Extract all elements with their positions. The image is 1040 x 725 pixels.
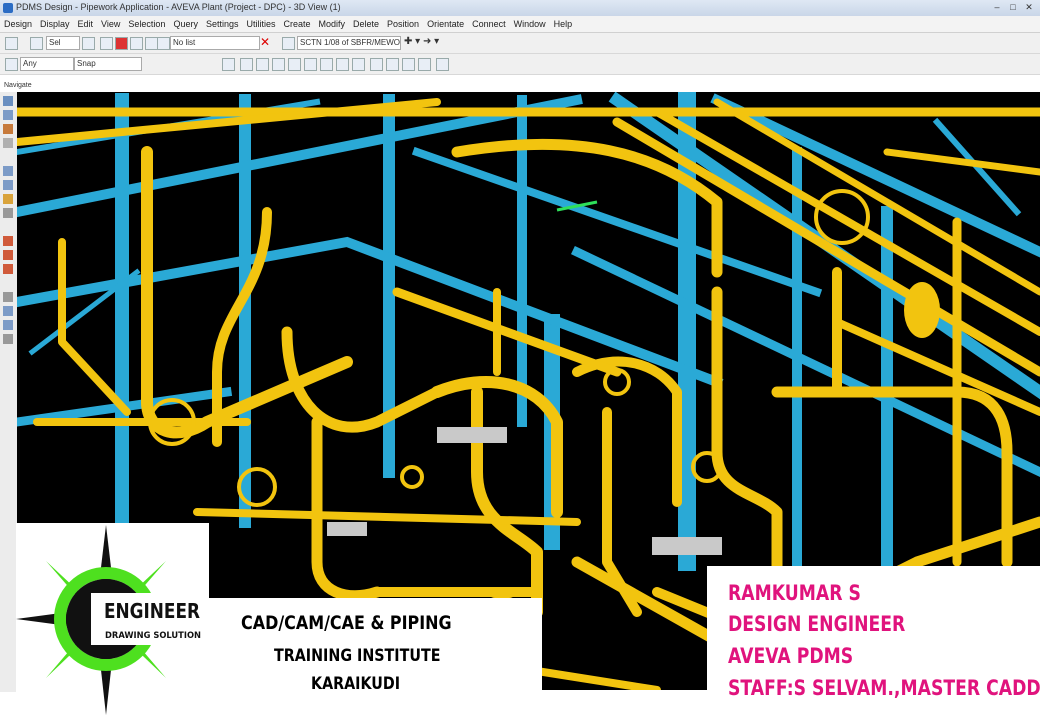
view-tool-icon[interactable] xyxy=(402,58,415,71)
tool-icon[interactable] xyxy=(3,320,13,330)
menu-help[interactable]: Help xyxy=(550,16,577,29)
tool-icon[interactable] xyxy=(3,264,13,274)
ce-icon[interactable] xyxy=(282,37,295,50)
tool-icon[interactable] xyxy=(3,208,13,218)
tool-icon[interactable] xyxy=(3,250,13,260)
menu-design[interactable]: Design xyxy=(0,16,36,29)
menu-settings[interactable]: Settings xyxy=(202,16,243,29)
app-icon xyxy=(3,3,13,13)
view-tool-icon[interactable] xyxy=(240,58,253,71)
view-tool-icon[interactable] xyxy=(222,58,235,71)
view-tool-icon[interactable] xyxy=(370,58,383,71)
zoom-icon[interactable] xyxy=(3,166,13,176)
minimize-icon[interactable]: – xyxy=(990,1,1004,13)
window-titlebar: PDMS Design - Pipework Application - AVE… xyxy=(0,0,1040,17)
view-tool-icon[interactable] xyxy=(320,58,333,71)
tool-icon[interactable] xyxy=(3,292,13,302)
institute-line-1: CAD/CAM/CAE & PIPING xyxy=(241,612,452,634)
current-element-field[interactable]: SCTN 1/08 of SBFR/MEWON xyxy=(297,36,401,50)
tool-icon[interactable] xyxy=(100,37,113,50)
tool-icon[interactable] xyxy=(3,138,13,148)
menu-delete[interactable]: Delete xyxy=(349,16,383,29)
window-title: PDMS Design - Pipework Application - AVE… xyxy=(16,2,341,12)
menu-view[interactable]: View xyxy=(97,16,124,29)
menu-connect[interactable]: Connect xyxy=(468,16,510,29)
menu-position[interactable]: Position xyxy=(383,16,423,29)
staff-role: DESIGN ENGINEER xyxy=(728,612,906,636)
logo-panel: ENGINEER DRAWING SOLUTION xyxy=(16,523,209,720)
navigate-panel-label: Navigate xyxy=(4,82,32,89)
staff-name: RAMKUMAR S xyxy=(728,581,861,605)
tool-icon[interactable] xyxy=(3,96,13,106)
menu-window[interactable]: Window xyxy=(510,16,550,29)
snap-dropdown[interactable]: Snap xyxy=(74,57,142,71)
maximize-icon[interactable]: □ xyxy=(1006,1,1020,13)
menu-create[interactable]: Create xyxy=(280,16,315,29)
view-tool-icon[interactable] xyxy=(436,58,449,71)
staff-credit: STAFF:S SELVAM.,MASTER CADD xyxy=(728,676,1040,700)
view-tool-icon[interactable] xyxy=(386,58,399,71)
list-icon[interactable] xyxy=(157,37,170,50)
tool-icon[interactable] xyxy=(3,110,13,120)
institute-line-3: KARAIKUDI xyxy=(311,674,401,694)
menu-orientate[interactable]: Orientate xyxy=(423,16,468,29)
menu-modify[interactable]: Modify xyxy=(315,16,350,29)
secondary-toolbar: Any Snap xyxy=(0,54,1040,75)
lock-icon[interactable] xyxy=(82,37,95,50)
menu-bar: Design Display Edit View Selection Query Setti… xyxy=(0,16,1040,33)
tool-icon[interactable] xyxy=(3,306,13,316)
walk-icon[interactable] xyxy=(3,194,13,204)
institute-panel: CAD/CAM/CAE & PIPING TRAINING INSTITUTE … xyxy=(209,598,542,720)
logo-tagline: DRAWING SOLUTION xyxy=(105,631,201,641)
filter-dropdown[interactable]: Any xyxy=(20,57,74,71)
main-toolbar: Sel No list ✕ SCTN 1/08 of SBFR/MEWON ✚ … xyxy=(0,33,1040,54)
mode-icon[interactable] xyxy=(30,37,43,50)
close-icon[interactable]: ✕ xyxy=(1022,1,1036,13)
view-tool-icon[interactable] xyxy=(418,58,431,71)
view-tool-icon[interactable] xyxy=(352,58,365,71)
select-tool-icon[interactable] xyxy=(5,37,18,50)
delete-icon[interactable]: ✕ xyxy=(260,35,270,49)
selection-field[interactable]: Sel xyxy=(46,36,80,50)
company-logo: ENGINEER DRAWING SOLUTION xyxy=(16,525,207,715)
tool-icon[interactable] xyxy=(3,236,13,246)
navigate-arrows-icon[interactable]: ✚ ▾ ➜ ▾ xyxy=(404,36,439,47)
logo-name: ENGINEER xyxy=(104,599,200,623)
tool-icon[interactable] xyxy=(3,124,13,134)
tool-icon[interactable] xyxy=(3,334,13,344)
zoom-icon[interactable] xyxy=(3,180,13,190)
menu-utilities[interactable]: Utilities xyxy=(242,16,279,29)
menu-display[interactable]: Display xyxy=(36,16,74,29)
save-icon[interactable] xyxy=(115,37,128,50)
pick-icon[interactable] xyxy=(5,58,18,71)
view-tool-icon[interactable] xyxy=(256,58,269,71)
menu-edit[interactable]: Edit xyxy=(74,16,98,29)
menu-query[interactable]: Query xyxy=(169,16,202,29)
menu-selection[interactable]: Selection xyxy=(124,16,169,29)
institute-line-2: TRAINING INSTITUTE xyxy=(274,646,441,666)
view-tool-icon[interactable] xyxy=(304,58,317,71)
view-tool-icon[interactable] xyxy=(272,58,285,71)
view-tool-icon[interactable] xyxy=(288,58,301,71)
list-dropdown[interactable]: No list xyxy=(170,36,260,50)
staff-panel: RAMKUMAR S DESIGN ENGINEER AVEVA PDMS ST… xyxy=(707,566,1040,720)
edit-icon[interactable] xyxy=(130,37,143,50)
view-tool-icon[interactable] xyxy=(336,58,349,71)
staff-software: AVEVA PDMS xyxy=(728,644,854,668)
